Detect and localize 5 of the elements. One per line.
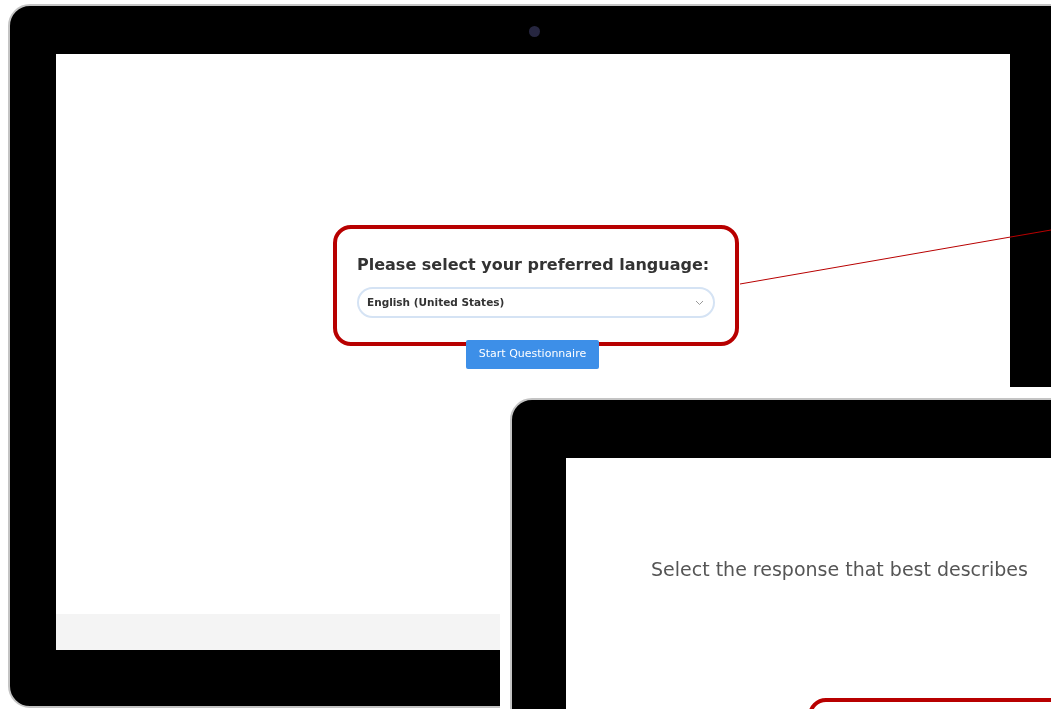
language-select[interactable]: English (United States)	[357, 287, 715, 318]
question-prompt: Select the response that best describes	[651, 557, 1028, 582]
camera-icon	[529, 26, 540, 37]
chevron-down-icon	[695, 300, 704, 306]
language-heading: Please select your preferred language:	[357, 254, 711, 276]
